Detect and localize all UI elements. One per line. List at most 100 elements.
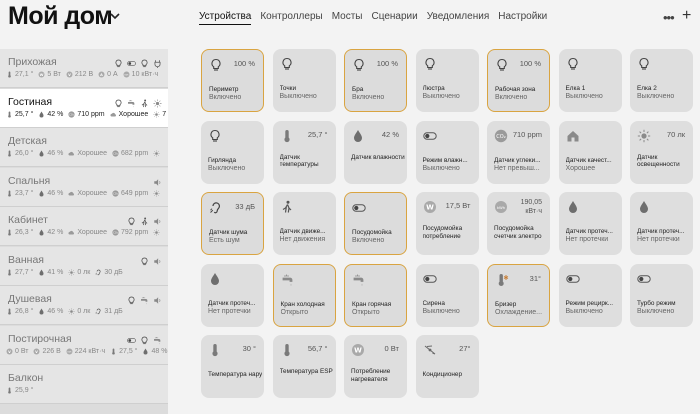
device-name: Посудомойка счетчик электро [494,225,542,240]
room-stat: 26,8 ° [6,308,33,315]
device-tile[interactable]: 30 ° Температура наружного... [201,335,264,398]
device-tile[interactable]: Елка 1 Выключено [558,49,622,112]
device-tile[interactable]: 56,7 ° Температура ESP [272,335,336,398]
device-tile[interactable]: Датчик движе... Нет движения [272,192,336,255]
tab-0[interactable]: Устройства [199,11,252,25]
device-tile[interactable]: Режим влажн... Выключено [415,120,479,184]
device-name: Елка 2 [637,85,657,92]
room-item[interactable]: Гостиная 25,7 ° 42 % CO₂ 710 ppm Хорошее 7 [0,88,168,128]
room-name: Прихожая [8,56,57,68]
device-tile[interactable]: 100 % Рабочая зона Включено [487,49,550,112]
device-tile[interactable]: CO₂ 710 ppm Датчик углеки... Нет превыш... [487,120,550,184]
device-tile[interactable]: kWh 190,05 кВт·ч Посудомойка счетчик элект… [487,192,550,255]
room-item[interactable]: Ванная 27,7 ° 41 % 0 лк 30 дБ [0,246,168,286]
voltage-icon: V [33,348,40,355]
svg-text:W: W [354,347,362,355]
plug-icon [153,55,162,68]
device-tile[interactable]: Датчик протеч... Нет протечки [630,192,693,255]
co2-icon: CO₂ [494,129,508,143]
device-name: Датчик шума [209,229,248,236]
device-tile[interactable]: Датчик качест... Хорошее [558,120,622,184]
device-tile[interactable]: 100 % Периметр Включено [201,49,264,112]
toggle-icon [352,201,366,215]
device-name: Режим рецирк... [565,299,614,307]
room-stat-value: 224 кВт·ч [74,347,106,355]
device-name: Датчик движе... [279,228,326,235]
device-tile[interactable]: Сирена Выключено [415,263,479,327]
more-icon[interactable]: ••• [663,10,675,25]
tab-4[interactable]: Уведомления [427,11,490,25]
room-name: Балкон [8,372,44,384]
device-tile[interactable]: Датчик протеч... Нет протечки [558,192,622,255]
device-tile[interactable]: Точки Выключено [272,49,336,112]
device-tile[interactable]: Елка 2 Выключено [630,49,693,112]
device-tile[interactable]: W 17,5 Вт Посудомойка потребление [415,192,479,255]
room-stat: Хорошее [110,111,148,118]
room-stat: CO₂ 710 ppm [68,110,105,118]
device-tile[interactable]: 25,7 ° Датчик температуры [272,120,336,184]
room-stat-value: 7 [162,110,167,118]
energy-icon: kWh [494,200,508,214]
device-tile[interactable]: 42 % Датчик влажности [344,120,407,184]
device-status: Открыто [352,308,380,316]
co2-icon: CO₂ [112,189,119,197]
device-tile[interactable]: 33 дБ Датчик шума Есть шум [201,192,264,255]
co2-icon: CO₂ [68,110,75,118]
drop-icon [38,229,45,236]
speaker-icon [153,253,162,265]
room-stat-value: 42 % [47,229,64,236]
room-name: Душевая [8,293,52,305]
device-tile[interactable]: 31° Бризер Охлаждение... [487,263,550,327]
device-value: 100 % [519,59,541,68]
room-item[interactable]: Прихожая 27,1 ° W 5 Вт V 212 В A 0 А kWh 10 кВт·ч [0,49,168,88]
device-tile[interactable]: Датчик протеч... Нет протечки [201,263,264,327]
device-name: Датчик протеч... [565,228,613,235]
device-tile[interactable]: Люстра Выключено [415,49,479,112]
room-item[interactable]: Балкон 25,9 ° [0,365,168,404]
device-tile[interactable]: Кран горячая Открыто [344,263,407,327]
room-item[interactable]: Спальня 23,7 ° 46 % Хорошее CO₂ 649 ppm [0,167,168,207]
device-status: Выключено [279,93,317,100]
device-tile[interactable]: Турбо режим Выключено [630,263,693,327]
cloud-icon [68,190,75,197]
device-value: 31° [529,273,541,283]
device-tile[interactable]: Посудомойка Включено [344,192,407,255]
room-item[interactable]: Душевая 26,8 ° 46 % 0 лк 31 дБ [0,286,168,325]
bulb-icon [127,292,136,305]
tab-1[interactable]: Контроллеры [260,11,322,25]
room-stats: 27,7 ° 41 % 0 лк 30 дБ [6,269,123,276]
tab-3[interactable]: Сценарии [371,11,417,25]
room-stat-value: 0 А [107,71,118,78]
home-title[interactable]: Мой дом [8,2,113,31]
speaker-icon [153,213,162,225]
room-stat: 46 % [38,150,63,157]
room-item[interactable]: Постирочная V 0 Вт V 226 ВkWh 224 кВт·ч 27,5 °… [0,325,168,365]
room-stat-value: 226 В [42,347,61,355]
svg-text:kWh: kWh [497,205,506,210]
tab-5[interactable]: Настройки [498,11,547,25]
device-tile[interactable]: Гирлянда Выключено [201,120,264,184]
tab-2[interactable]: Мосты [332,11,363,25]
device-tile[interactable]: Кран холодная Открыто [272,263,336,327]
room-stat: CO₂ 792 ppm [112,229,148,236]
toggle-icon [565,272,580,286]
co2-icon: CO₂ [112,229,119,236]
room-item[interactable]: Кабинет 26,3 ° 42 % Хорошее CO₂ 792 ppm [0,207,168,246]
device-tile[interactable]: 27° Кондиционер [415,335,479,398]
device-status: Включено [352,237,385,244]
bulb-icon [280,57,294,71]
device-tile[interactable]: 100 % Бра Включено [344,49,407,112]
room-stat-value: 27,5 ° [119,347,138,355]
room-item[interactable]: Детская 26,0 ° 46 % Хорошее CO₂ 682 ppm [0,128,168,167]
cloud-icon [68,229,75,236]
room-stat-value: 25,9 ° [15,387,34,394]
device-tile[interactable]: Режим рецирк... Выключено [558,263,622,327]
add-icon[interactable]: + [682,7,691,25]
device-tile[interactable]: W 0 Вт Потребление нагревателя [344,335,407,398]
bulb-icon [495,58,509,72]
device-tile[interactable]: 70 лк Датчик освещенности [630,120,693,184]
chevron-down-icon[interactable] [110,12,120,20]
room-stat [153,150,162,157]
device-name: Кран горячая [352,300,392,308]
room-stat: 25,7 ° [6,111,33,118]
